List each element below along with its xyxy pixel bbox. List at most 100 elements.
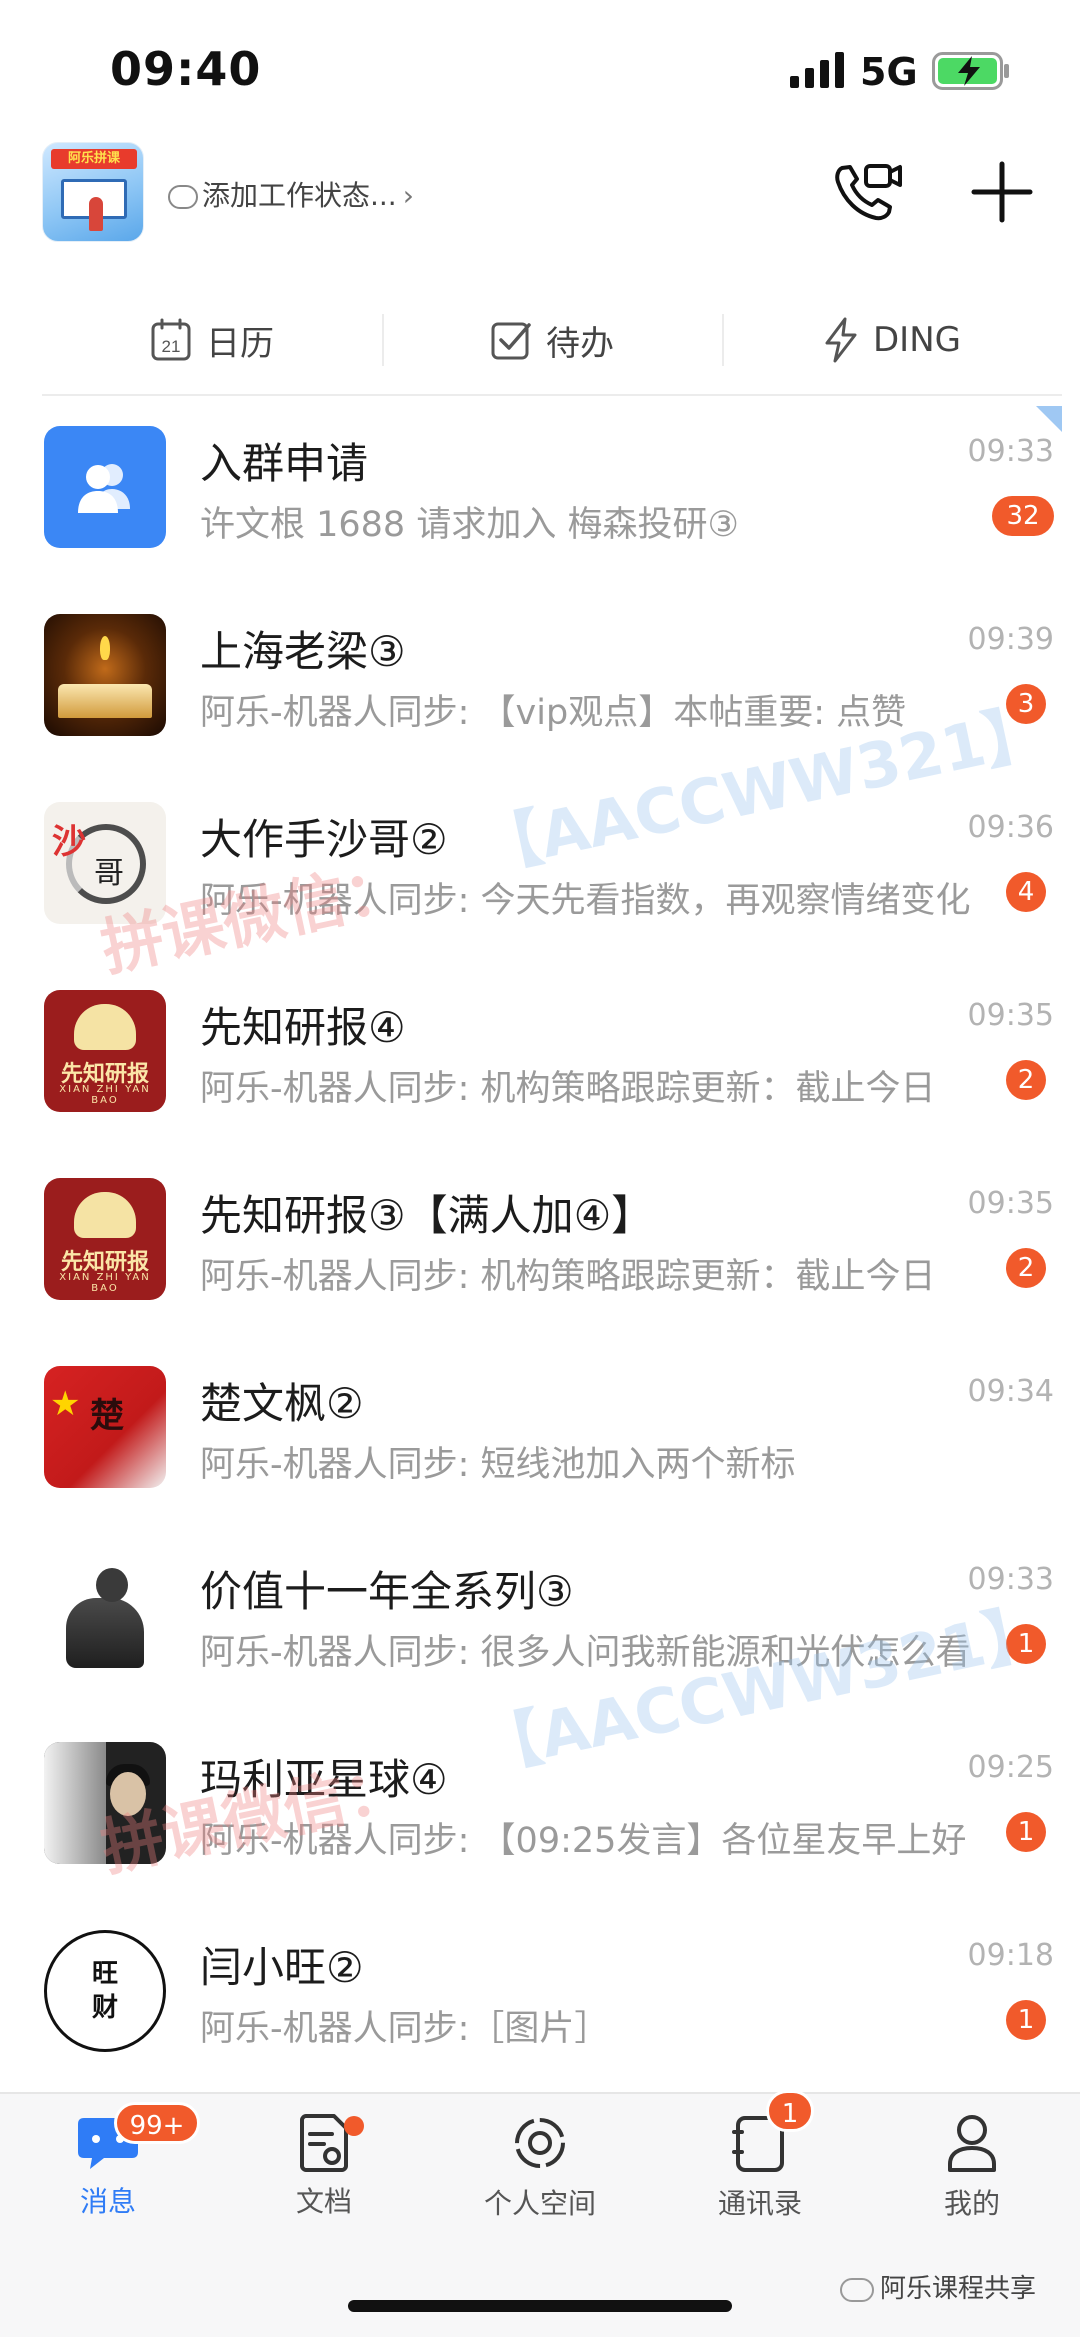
xianzhi-avatar: 先知研报 XIAN ZHI YAN BAO: [44, 1178, 166, 1300]
shortcut-calendar-label: 日历: [206, 323, 274, 364]
chevron-right-icon: ›: [402, 179, 414, 212]
group-request-avatar: [44, 426, 166, 548]
todo-check-icon: [491, 322, 531, 360]
phone-video-icon[interactable]: [832, 160, 902, 222]
book-avatar: [44, 614, 166, 736]
unread-badge: 32: [992, 496, 1054, 536]
personal-space-icon: [515, 2118, 565, 2168]
tab-personal-space[interactable]: 个人空间: [460, 2112, 620, 2222]
chat-time: 09:39: [967, 622, 1054, 657]
unread-badge: 2: [1006, 1060, 1046, 1100]
chat-item[interactable]: 先知研报 XIAN ZHI YAN BAO 先知研报③【满人加④】 阿乐-机器人…: [0, 1148, 1080, 1336]
unread-badge: 1: [1006, 2000, 1046, 2040]
chat-name: 楚文枫②: [200, 1379, 364, 1428]
chat-time: 09:33: [967, 434, 1054, 469]
tab-messages[interactable]: 消息 99+: [28, 2102, 200, 2220]
chat-item[interactable]: 入群申请 许文根 1688 请求加入 梅森投研③ 09:33 32: [0, 396, 1080, 584]
chat-preview: 阿乐-机器人同步:［图片］: [200, 2009, 610, 2049]
chat-item[interactable]: 先知研报 XIAN ZHI YAN BAO 先知研报④ 阿乐-机器人同步: 机构…: [0, 960, 1080, 1148]
svg-text:21: 21: [162, 337, 181, 356]
tab-me-label: 我的: [943, 2187, 1000, 2220]
tab-personal-space-label: 个人空间: [483, 2187, 596, 2220]
group-users-icon: [78, 464, 130, 513]
shortcut-todo-label: 待办: [546, 323, 614, 364]
chat-time: 09:35: [967, 1186, 1054, 1221]
chat-name: 先知研报③【满人加④】: [200, 1191, 654, 1240]
tab-contacts[interactable]: 通讯录 1: [680, 2090, 840, 2222]
work-status-label: 添加工作状态...: [202, 179, 397, 212]
star-icon: ★: [50, 1384, 81, 1424]
signal-icon: [790, 52, 844, 88]
chat-preview: 阿乐-机器人同步: 很多人问我新能源和光伏怎么看: [200, 1633, 971, 1673]
chat-item[interactable]: 价值十一年全系列③ 阿乐-机器人同步: 很多人问我新能源和光伏怎么看 09:33…: [0, 1524, 1080, 1712]
chat-name: 入群申请: [200, 439, 369, 488]
public-account-mark: 阿乐课程共享: [840, 2268, 1036, 2305]
speech-bubble-icon: [168, 185, 198, 209]
chat-preview: 阿乐-机器人同步: 【09:25发言】各位星友早上好: [200, 1821, 967, 1861]
chat-preview: 阿乐-机器人同步: 短线池加入两个新标: [200, 1445, 796, 1485]
wechat-icon: [840, 2277, 874, 2302]
chat-item[interactable]: 旺 财 闫小旺② 阿乐-机器人同步:［图片］ 09:18 1: [0, 1900, 1080, 2088]
status-bar: 09:40 5G: [0, 0, 1080, 130]
chat-time: 09:33: [967, 1562, 1054, 1597]
wangcai-avatar: 旺 财: [44, 1930, 166, 2052]
unread-badge: 1: [1006, 1812, 1046, 1852]
xianzhi-avatar: 先知研报 XIAN ZHI YAN BAO: [44, 990, 166, 1112]
tab-docs-label: 文档: [295, 2185, 352, 2218]
app-header: 阿乐拼课 添加工作状态... ›: [0, 130, 1080, 270]
home-indicator[interactable]: [348, 2300, 732, 2312]
chat-time: 09:25: [967, 1750, 1054, 1785]
chat-name: 大作手沙哥②: [200, 815, 448, 864]
unread-badge: 4: [1006, 872, 1046, 912]
work-status-button[interactable]: 添加工作状态... ›: [168, 174, 414, 214]
tab-messages-label: 消息: [79, 2185, 136, 2218]
messages-badge: 99+: [114, 2102, 200, 2144]
chat-item[interactable]: 上海老梁③ 阿乐-机器人同步: 【vip观点】本帖重要: 点赞 09:39 3: [0, 584, 1080, 772]
shortcut-ding[interactable]: DING: [722, 310, 1062, 370]
org-logo-text: 阿乐拼课: [51, 149, 137, 169]
tab-docs[interactable]: 文档: [244, 2112, 404, 2220]
shortcut-calendar[interactable]: 21 日历: [42, 310, 382, 370]
shortcut-ding-label: DING: [873, 320, 961, 360]
chat-item[interactable]: ★ 楚 楚文枫② 阿乐-机器人同步: 短线池加入两个新标 09:34: [0, 1336, 1080, 1524]
ink-painting-avatar: 沙 哥: [44, 802, 166, 924]
public-account-label: 阿乐课程共享: [880, 2274, 1037, 2304]
tab-me[interactable]: 我的: [892, 2112, 1052, 2222]
unread-badge: 2: [1006, 1248, 1046, 1288]
thinker-statue-avatar: [44, 1554, 166, 1676]
chat-time: 09:18: [967, 1938, 1054, 1973]
status-time: 09:40: [110, 42, 262, 96]
lightning-icon: [825, 317, 857, 363]
chat-item[interactable]: 玛利亚星球④ 阿乐-机器人同步: 【09:25发言】各位星友早上好 09:25 …: [0, 1712, 1080, 1900]
chat-item[interactable]: 沙 哥 大作手沙哥② 阿乐-机器人同步: 今天先看指数，再观察情绪变化 09:3…: [0, 772, 1080, 960]
shortcut-bar: 21 日历 待办 DING: [42, 286, 1062, 396]
chat-preview: 阿乐-机器人同步: 机构策略跟踪更新：截止今日: [200, 1257, 936, 1297]
chat-preview: 许文根 1688 请求加入 梅森投研③: [200, 505, 739, 545]
chat-time: 09:36: [967, 810, 1054, 845]
network-type: 5G: [860, 50, 918, 94]
chat-name: 玛利亚星球④: [200, 1755, 448, 1804]
contacts-badge: 1: [766, 2090, 814, 2132]
pinned-marker: [1036, 406, 1062, 432]
org-logo[interactable]: 阿乐拼课: [42, 142, 144, 242]
plus-icon[interactable]: [970, 160, 1034, 224]
chat-preview: 阿乐-机器人同步: 今天先看指数，再观察情绪变化: [200, 881, 971, 921]
calendar-icon: 21: [151, 318, 191, 361]
unread-badge: 3: [1006, 684, 1046, 724]
battery-charging-icon: [932, 52, 1009, 90]
chat-name: 价值十一年全系列③: [200, 1567, 574, 1616]
photo-avatar: [44, 1742, 166, 1864]
flag-avatar: ★ 楚: [44, 1366, 166, 1488]
chat-preview: 阿乐-机器人同步: 机构策略跟踪更新：截止今日: [200, 1069, 936, 1109]
chat-time: 09:35: [967, 998, 1054, 1033]
chat-name: 先知研报④: [200, 1003, 406, 1052]
chat-list: 入群申请 许文根 1688 请求加入 梅森投研③ 09:33 32 上海老梁③ …: [0, 396, 1080, 2088]
chat-name: 上海老梁③: [200, 627, 406, 676]
chat-time: 09:34: [967, 1374, 1054, 1409]
chat-preview: 阿乐-机器人同步: 【vip观点】本帖重要: 点赞: [200, 693, 907, 733]
unread-badge: 1: [1006, 1624, 1046, 1664]
user-profile-icon: [948, 2115, 996, 2172]
docs-unread-dot: [344, 2116, 364, 2136]
chat-name: 闫小旺②: [200, 1943, 364, 1992]
shortcut-todo[interactable]: 待办: [382, 310, 722, 370]
